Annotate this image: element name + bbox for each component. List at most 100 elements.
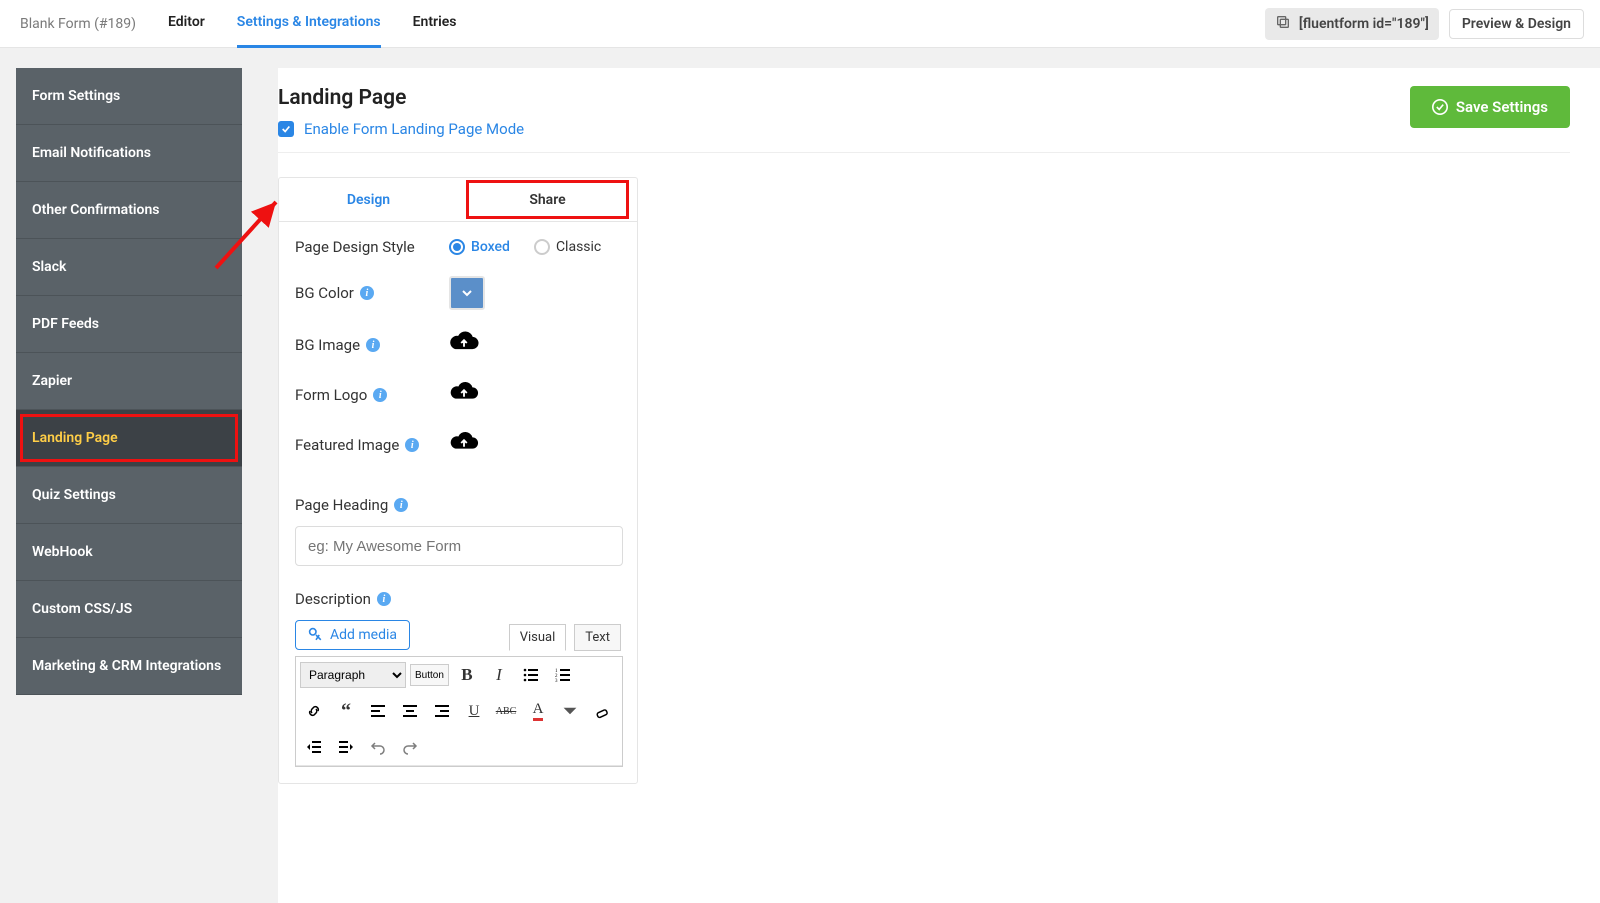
add-media-button[interactable]: Add media xyxy=(295,620,410,650)
label-page-heading: Page Headingi xyxy=(295,496,621,514)
bullet-list-icon[interactable] xyxy=(517,661,545,689)
page-title: Landing Page xyxy=(278,86,524,110)
row-page-design-style: Page Design Style Boxed Classic xyxy=(295,238,621,256)
clear-format-icon[interactable] xyxy=(588,697,616,725)
media-icon xyxy=(308,627,324,643)
radio-icon xyxy=(534,239,550,255)
shortcode-copy[interactable]: [fluentform id="189"] xyxy=(1265,8,1439,40)
radio-boxed[interactable]: Boxed xyxy=(449,239,510,255)
text-color-dropdown-icon[interactable] xyxy=(556,697,584,725)
cloud-upload-icon xyxy=(449,430,479,456)
sidebar-item-email-notifications[interactable]: Email Notifications xyxy=(16,125,242,182)
tab-settings-integrations[interactable]: Settings & Integrations xyxy=(237,0,381,48)
label-bg-color: BG Colori xyxy=(295,284,425,302)
upload-bg-image[interactable] xyxy=(449,330,479,360)
editor-tab-visual[interactable]: Visual xyxy=(509,624,567,651)
save-settings-button[interactable]: Save Settings xyxy=(1410,86,1570,128)
info-icon[interactable]: i xyxy=(394,498,408,512)
annotation-highlight-box xyxy=(20,414,238,462)
tab-entries[interactable]: Entries xyxy=(413,0,457,48)
sidebar-item-quiz-settings[interactable]: Quiz Settings xyxy=(16,467,242,524)
label-page-design-style: Page Design Style xyxy=(295,238,425,256)
add-media-label: Add media xyxy=(330,627,397,643)
label-bg-image: BG Imagei xyxy=(295,336,425,354)
link-icon[interactable] xyxy=(300,697,328,725)
layout: Form Settings Email Notifications Other … xyxy=(0,48,1600,903)
italic-icon[interactable]: I xyxy=(485,661,513,689)
insert-button[interactable]: Button xyxy=(410,664,449,686)
top-nav: Blank Form (#189) Editor Settings & Inte… xyxy=(0,0,1600,48)
upload-form-logo[interactable] xyxy=(449,380,479,410)
save-label: Save Settings xyxy=(1456,98,1548,116)
editor-toolbar: Paragraph Button B I 123 “ xyxy=(296,657,622,766)
upload-featured-image[interactable] xyxy=(449,430,479,460)
info-icon[interactable]: i xyxy=(373,388,387,402)
info-icon[interactable]: i xyxy=(360,286,374,300)
enable-toggle[interactable]: Enable Form Landing Page Mode xyxy=(278,120,524,138)
redo-icon[interactable] xyxy=(396,733,424,761)
label-description: Descriptioni xyxy=(295,590,621,608)
align-left-icon[interactable] xyxy=(364,697,392,725)
blockquote-icon[interactable]: “ xyxy=(332,697,360,725)
title-block: Landing Page Enable Form Landing Page Mo… xyxy=(278,86,524,152)
info-icon[interactable]: i xyxy=(377,592,391,606)
paragraph-select[interactable]: Paragraph xyxy=(300,662,406,688)
outdent-icon[interactable] xyxy=(300,733,328,761)
numbered-list-icon[interactable]: 123 xyxy=(549,661,577,689)
sidebar-item-other-confirmations[interactable]: Other Confirmations xyxy=(16,182,242,239)
underline-icon[interactable]: U xyxy=(460,697,488,725)
design-tabs: Design Share xyxy=(279,178,637,222)
info-icon[interactable]: i xyxy=(405,438,419,452)
check-circle-icon xyxy=(1432,99,1448,115)
chevron-down-icon xyxy=(461,287,473,299)
divider xyxy=(278,152,1570,153)
info-icon[interactable]: i xyxy=(366,338,380,352)
preview-design-button[interactable]: Preview & Design xyxy=(1449,9,1584,39)
annotation-highlight-box xyxy=(466,180,629,219)
top-tabs: Editor Settings & Integrations Entries xyxy=(168,0,456,48)
design-card: Design Share Page Design Style Boxed xyxy=(278,177,638,784)
cloud-upload-icon xyxy=(449,330,479,356)
enable-label: Enable Form Landing Page Mode xyxy=(304,120,524,138)
tab-editor[interactable]: Editor xyxy=(168,0,205,48)
bg-color-picker[interactable] xyxy=(449,276,485,310)
sidebar-item-pdf-feeds[interactable]: PDF Feeds xyxy=(16,296,242,353)
editor-top-row: Add media Visual Text xyxy=(295,620,621,650)
text-color-icon[interactable]: A xyxy=(524,697,552,725)
row-bg-image: BG Imagei xyxy=(295,330,621,360)
sidebar: Form Settings Email Notifications Other … xyxy=(16,68,242,695)
align-center-icon[interactable] xyxy=(396,697,424,725)
row-bg-color: BG Colori xyxy=(295,276,621,310)
bold-icon[interactable]: B xyxy=(453,661,481,689)
cloud-upload-icon xyxy=(449,380,479,406)
radio-classic[interactable]: Classic xyxy=(534,239,601,255)
undo-icon[interactable] xyxy=(364,733,392,761)
wysiwyg-editor: Paragraph Button B I 123 “ xyxy=(295,656,623,767)
editor-tab-text[interactable]: Text xyxy=(574,624,621,651)
form-name: Blank Form (#189) xyxy=(20,16,136,32)
sidebar-item-zapier[interactable]: Zapier xyxy=(16,353,242,410)
sidebar-item-marketing-crm[interactable]: Marketing & CRM Integrations xyxy=(16,638,242,695)
radio-label: Boxed xyxy=(471,239,510,255)
design-tab-share[interactable]: Share xyxy=(458,178,637,221)
checkbox-icon xyxy=(278,121,294,137)
page-heading-input[interactable] xyxy=(295,526,623,566)
radio-label: Classic xyxy=(556,239,601,255)
design-body: Page Design Style Boxed Classic xyxy=(279,222,637,783)
shortcode-text: [fluentform id="189"] xyxy=(1299,16,1429,32)
indent-icon[interactable] xyxy=(332,733,360,761)
row-featured-image: Featured Imagei xyxy=(295,430,621,460)
top-nav-right: [fluentform id="189"] Preview & Design xyxy=(1265,8,1584,40)
strikethrough-icon[interactable]: ABC xyxy=(492,697,520,725)
sidebar-item-landing-page[interactable]: Landing Page xyxy=(16,410,242,467)
row-form-logo: Form Logoi xyxy=(295,380,621,410)
main-panel: Landing Page Enable Form Landing Page Mo… xyxy=(278,68,1600,903)
sidebar-item-webhook[interactable]: WebHook xyxy=(16,524,242,581)
sidebar-item-form-settings[interactable]: Form Settings xyxy=(16,68,242,125)
sidebar-item-slack[interactable]: Slack xyxy=(16,239,242,296)
sidebar-item-custom-css-js[interactable]: Custom CSS/JS xyxy=(16,581,242,638)
top-nav-left: Blank Form (#189) Editor Settings & Inte… xyxy=(20,0,456,48)
radio-group-style: Boxed Classic xyxy=(449,239,601,255)
align-right-icon[interactable] xyxy=(428,697,456,725)
design-tab-design[interactable]: Design xyxy=(279,178,458,221)
